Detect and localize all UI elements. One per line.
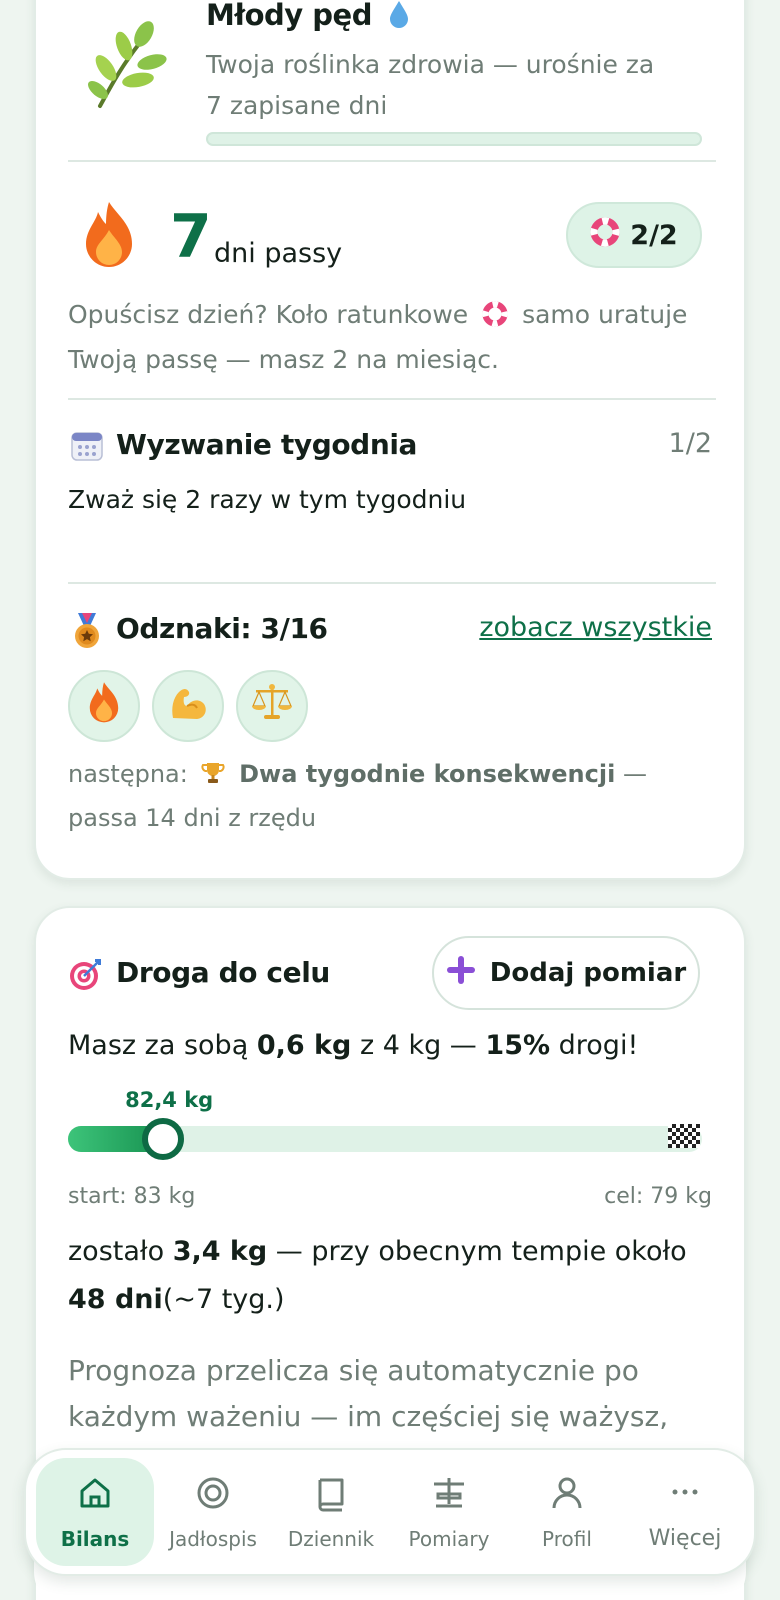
next-badge: następna: Dwa tygodnie konsekwencji — pa… bbox=[68, 754, 698, 839]
nav-item-dziennik[interactable]: Dziennik bbox=[272, 1458, 390, 1566]
goal-progress-knob bbox=[142, 1118, 185, 1160]
book-icon bbox=[312, 1474, 350, 1517]
nav-item-jadlospis[interactable]: Jadłospis bbox=[154, 1458, 272, 1566]
nav-item-bilans[interactable]: Bilans bbox=[36, 1458, 154, 1566]
challenge-description: Zważ się 2 razy w tym tygodniu bbox=[68, 485, 467, 514]
see-all-badges-link[interactable]: zobacz wszystkie bbox=[479, 612, 712, 643]
trophy-icon bbox=[201, 757, 225, 798]
target-weight: cel: 79 kg bbox=[604, 1184, 712, 1209]
lifebuoy-badge[interactable]: 2/2 bbox=[566, 202, 702, 268]
home-icon bbox=[76, 1474, 114, 1517]
more-dots-icon bbox=[666, 1473, 704, 1516]
plant-description: Twoja roślinka zdrowia — urośnie za 7 za… bbox=[206, 50, 655, 120]
lifebuoy-icon bbox=[482, 298, 508, 339]
fire-icon bbox=[82, 200, 136, 268]
current-weight-label: 82,4 kg bbox=[125, 1088, 214, 1112]
divider bbox=[68, 582, 716, 584]
plus-icon bbox=[446, 955, 476, 992]
nav-label: Więcej bbox=[648, 1526, 722, 1551]
goal-summary: Masz za sobą 0,6 kg z 4 kg — 15% drogi! bbox=[68, 1030, 639, 1061]
target-icon bbox=[194, 1474, 232, 1517]
nav-item-profil[interactable]: Profil bbox=[508, 1458, 626, 1566]
challenge-progress: 1/2 bbox=[668, 428, 712, 459]
divider bbox=[68, 160, 716, 162]
nav-label: Jadłospis bbox=[169, 1526, 257, 1551]
start-weight: start: 83 kg bbox=[68, 1184, 196, 1209]
nav-label: Bilans bbox=[60, 1526, 130, 1551]
calendar-icon bbox=[70, 428, 106, 464]
lifebuoy-icon bbox=[590, 217, 620, 254]
streak-unit: dni passy bbox=[214, 238, 343, 269]
nav-label: Pomiary bbox=[408, 1526, 490, 1551]
divider bbox=[68, 398, 716, 400]
scale-icon bbox=[430, 1474, 468, 1517]
nav-label: Dziennik bbox=[287, 1526, 375, 1551]
user-icon bbox=[548, 1474, 586, 1517]
badge-fire[interactable] bbox=[68, 670, 140, 742]
droplet-icon bbox=[388, 0, 410, 35]
goal-title: Droga do celu bbox=[116, 956, 330, 989]
gamification-card: Młody pęd Twoja roślinka zdrowia — urośn… bbox=[34, 0, 746, 880]
fire-icon bbox=[87, 681, 121, 732]
plant-title: Młody pęd bbox=[206, 0, 410, 35]
plant-progress-bar bbox=[206, 132, 702, 146]
finish-flag-icon bbox=[668, 1124, 700, 1148]
sprout-icon bbox=[80, 18, 170, 114]
lifebuoy-count: 2/2 bbox=[630, 219, 678, 251]
streak-count: 7 bbox=[170, 202, 212, 272]
bottom-navigation: Bilans Jadłospis Dziennik Pomiary Profil… bbox=[24, 1448, 756, 1576]
challenge-title: Wyzwanie tygodnia bbox=[116, 428, 418, 461]
remaining-summary: zostało 3,4 kg — przy obecnym tempie oko… bbox=[68, 1236, 687, 1315]
add-measurement-label: Dodaj pomiar bbox=[489, 958, 687, 988]
badge-scales[interactable] bbox=[236, 670, 308, 742]
badges-title: Odznaki: 3/16 bbox=[116, 612, 328, 645]
add-measurement-button[interactable]: Dodaj pomiar bbox=[432, 936, 700, 1010]
nav-item-wiecej[interactable]: Więcej bbox=[626, 1458, 744, 1566]
streak-note: Opuścisz dzień? Koło ratunkowe samo urat… bbox=[68, 298, 688, 374]
target-goal-icon bbox=[68, 956, 104, 992]
nav-label: Profil bbox=[542, 1526, 592, 1551]
badge-biceps[interactable] bbox=[152, 670, 224, 742]
flexed-biceps-icon bbox=[167, 682, 209, 731]
medal-icon bbox=[70, 612, 104, 648]
nav-item-pomiary[interactable]: Pomiary bbox=[390, 1458, 508, 1566]
balance-scale-icon bbox=[250, 682, 294, 731]
